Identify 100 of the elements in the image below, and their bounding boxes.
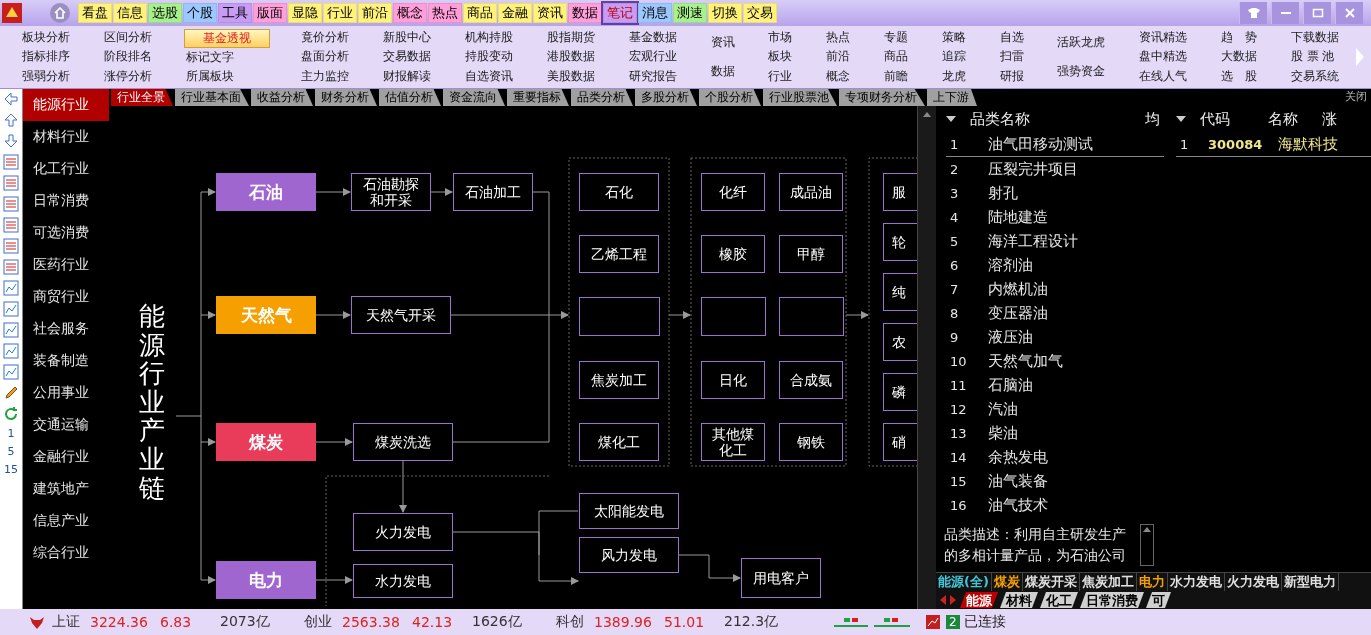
table-icon[interactable] — [3, 238, 19, 254]
close-button[interactable] — [1335, 2, 1363, 24]
chain-node[interactable]: 火力发电 — [353, 513, 453, 551]
submenu-link[interactable]: 区间分析 — [101, 29, 154, 47]
chain-node[interactable]: 风力发电 — [579, 537, 679, 573]
tab[interactable]: 行业基本面 — [175, 89, 249, 106]
submenu-link[interactable]: 新股中心 — [381, 29, 434, 47]
submenu-link[interactable]: 自选 — [997, 29, 1026, 47]
submenu-link[interactable]: 选 股 — [1219, 67, 1259, 85]
industry-node[interactable]: 电力 — [216, 561, 316, 599]
chain-node[interactable]: 太阳能发电 — [579, 493, 679, 529]
chain-node[interactable]: 成品油 — [779, 173, 843, 211]
tab[interactable]: 个股分析 — [699, 89, 761, 106]
sector-item[interactable]: 信息产业 — [23, 505, 109, 537]
table-row[interactable]: 6 溶剂油 — [946, 253, 1164, 277]
submenu-link[interactable]: 资讯精选 — [1137, 29, 1190, 47]
skin-button[interactable] — [1239, 2, 1267, 24]
left-arrow-icon[interactable] — [3, 91, 19, 107]
table-icon[interactable] — [3, 196, 19, 212]
submenu-link[interactable]: 盘中精选 — [1137, 48, 1190, 66]
submenu-link[interactable]: 指标排序 — [20, 48, 72, 66]
sector-item[interactable]: 日常消费 — [23, 185, 109, 217]
tab[interactable]: 多股分析 — [635, 89, 697, 106]
chart-icon[interactable] — [3, 301, 19, 317]
table-row[interactable]: 11 石脑油 — [946, 373, 1164, 397]
column-header[interactable]: 涨 — [1322, 109, 1337, 129]
scroll-up-icon[interactable] — [1142, 525, 1152, 533]
chain-node[interactable]: 甲醇 — [779, 235, 843, 273]
submenu-link[interactable]: 强势资金 — [1055, 63, 1108, 80]
tab[interactable]: 品类分析 — [571, 89, 633, 106]
submenu-link[interactable]: 板块 — [766, 48, 795, 66]
bull-icon[interactable] — [28, 614, 46, 630]
submenu-link[interactable]: 自选资讯 — [463, 67, 516, 85]
menu-tab[interactable]: 金融 — [498, 3, 532, 23]
minimize-button[interactable] — [1271, 2, 1299, 24]
chain-node[interactable]: 合成氨 — [779, 361, 843, 399]
menu-tab[interactable]: 测速 — [673, 3, 707, 23]
menu-tab[interactable]: 商品 — [463, 3, 497, 23]
submenu-link[interactable]: 标记文字 — [183, 49, 270, 67]
table-icon[interactable] — [3, 175, 19, 191]
submenu-link[interactable]: 宏观行业 — [626, 48, 679, 66]
chain-node[interactable]: 磷 — [883, 373, 917, 411]
submenu-link[interactable]: 板块分析 — [20, 29, 72, 47]
period-label[interactable]: 1 — [7, 427, 15, 440]
chart-icon[interactable] — [3, 343, 19, 359]
scrollbar[interactable] — [917, 106, 936, 609]
submenu-link[interactable]: 基金数据 — [626, 29, 679, 47]
menu-tab[interactable]: 个股 — [183, 3, 217, 23]
home-button[interactable] — [50, 3, 70, 23]
menu-tab[interactable]: 工具 — [218, 3, 252, 23]
column-header[interactable]: 名称 — [1268, 109, 1298, 129]
chart-icon[interactable] — [926, 615, 940, 629]
chain-node[interactable]: 纯 — [883, 273, 917, 311]
submenu-link[interactable]: 港股数据 — [544, 48, 597, 66]
submenu-link[interactable]: 基金透视 — [183, 28, 270, 48]
table-row[interactable]: 9 液压油 — [946, 325, 1164, 349]
sector-tab[interactable]: 日常消费 — [1080, 592, 1144, 608]
chain-node[interactable]: 农 — [883, 323, 917, 361]
chart-icon[interactable] — [3, 322, 19, 338]
up-arrow-icon[interactable] — [3, 112, 19, 128]
submenu-link[interactable]: 交易系统 — [1288, 67, 1341, 85]
table-row[interactable]: 14 余热发电 — [946, 445, 1164, 469]
submenu-link[interactable]: 机构持股 — [463, 29, 516, 47]
prev-next-icon[interactable] — [938, 594, 958, 606]
chain-node[interactable]: 石化 — [579, 173, 659, 211]
sector-item[interactable]: 能源行业 — [23, 89, 109, 121]
submenu-link[interactable]: 竟价分析 — [299, 29, 352, 47]
sector-tab[interactable]: 化工 — [1040, 592, 1078, 608]
period-label[interactable]: 5 — [7, 445, 15, 458]
tab[interactable]: 财务分析 — [315, 89, 377, 106]
chain-node[interactable]: 天然气开采 — [351, 296, 451, 334]
submenu-link[interactable]: 趋 势 — [1219, 29, 1259, 47]
submenu-link[interactable]: 涨停分析 — [101, 67, 154, 85]
chain-node[interactable]: 服 — [883, 173, 917, 211]
table-row[interactable]: 8 变压器油 — [946, 301, 1164, 325]
chain-node[interactable]: 煤化工 — [579, 423, 659, 461]
submenu-link[interactable]: 策略 — [939, 29, 968, 47]
submenu-link[interactable]: 热点 — [824, 29, 853, 47]
chain-node[interactable]: 轮 — [883, 223, 917, 261]
submenu-link[interactable]: 大数据 — [1219, 48, 1259, 66]
menu-tab[interactable]: 前沿 — [358, 3, 392, 23]
submenu-link[interactable]: 股指期货 — [544, 29, 597, 47]
submenu-link[interactable]: 行业 — [766, 67, 795, 85]
submenu-link[interactable]: 研报 — [997, 67, 1026, 85]
submenu-link[interactable]: 在线人气 — [1137, 67, 1190, 85]
table-row[interactable]: 16 油气技术 — [946, 493, 1164, 517]
chain-node[interactable]: 硝 — [883, 423, 917, 461]
submenu-link[interactable]: 概念 — [824, 67, 853, 85]
pencil-icon[interactable] — [3, 385, 19, 401]
chain-node[interactable]: 日化 — [701, 361, 765, 399]
tab[interactable]: 收益分析 — [251, 89, 313, 106]
tab[interactable]: 行业全景 — [111, 89, 173, 106]
submenu-link[interactable]: 主力监控 — [299, 67, 352, 85]
table-row[interactable]: 5 海洋工程设计 — [946, 229, 1164, 253]
industry-node[interactable]: 煤炭 — [216, 423, 316, 461]
table-row[interactable]: 1 300084 海默科技 — [1176, 132, 1371, 157]
column-header[interactable]: 品类名称 — [970, 109, 1030, 129]
table-row[interactable]: 12 汽油 — [946, 397, 1164, 421]
chain-node[interactable]: 化纤 — [701, 173, 765, 211]
chain-node[interactable]: 石油加工 — [453, 173, 533, 211]
